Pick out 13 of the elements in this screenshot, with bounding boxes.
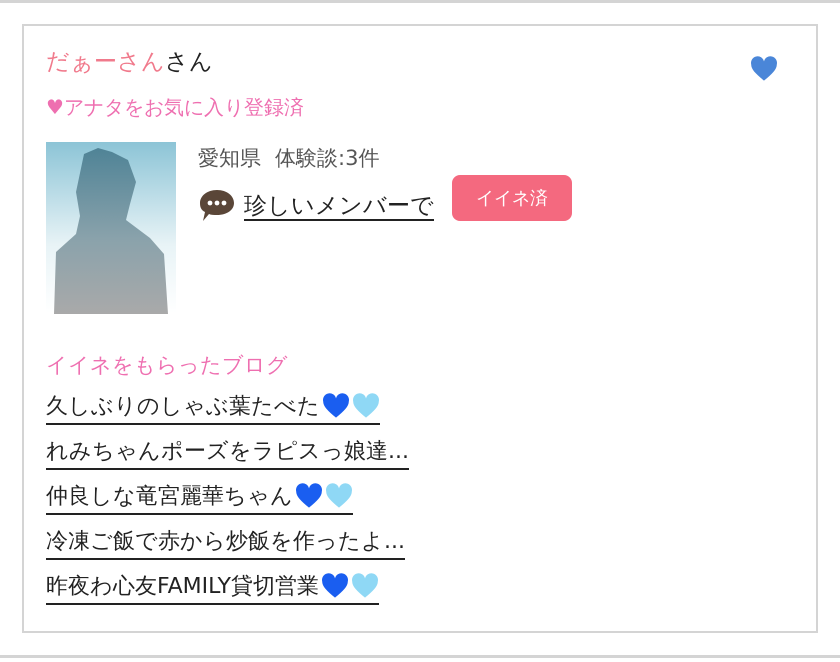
heart-icon[interactable]	[750, 56, 778, 82]
name-suffix: さん	[165, 48, 213, 77]
blog-link[interactable]: 昨夜わ心友FAMILY貸切営業	[46, 569, 379, 605]
blog-link[interactable]: 久しぶりのしゃぶ葉たべた	[46, 389, 380, 425]
comment-link[interactable]: 珍しいメンバーで	[244, 190, 434, 220]
blog-link[interactable]: れみちゃんポーズをラピスっ娘達...	[46, 434, 409, 470]
section-heading: イイネをもらったブログ	[46, 352, 289, 379]
review-count: 体験談:3件	[275, 145, 380, 172]
favorite-status: ♥アナタをお気に入り登録済	[46, 94, 305, 120]
speech-bubble-icon	[198, 188, 236, 222]
blog-link[interactable]: 冷凍ご飯で赤から炒飯を作ったよ...	[46, 524, 405, 560]
location: 愛知県	[198, 145, 261, 172]
blog-link[interactable]: 仲良しな竜宮麗華ちゃん	[46, 479, 353, 515]
